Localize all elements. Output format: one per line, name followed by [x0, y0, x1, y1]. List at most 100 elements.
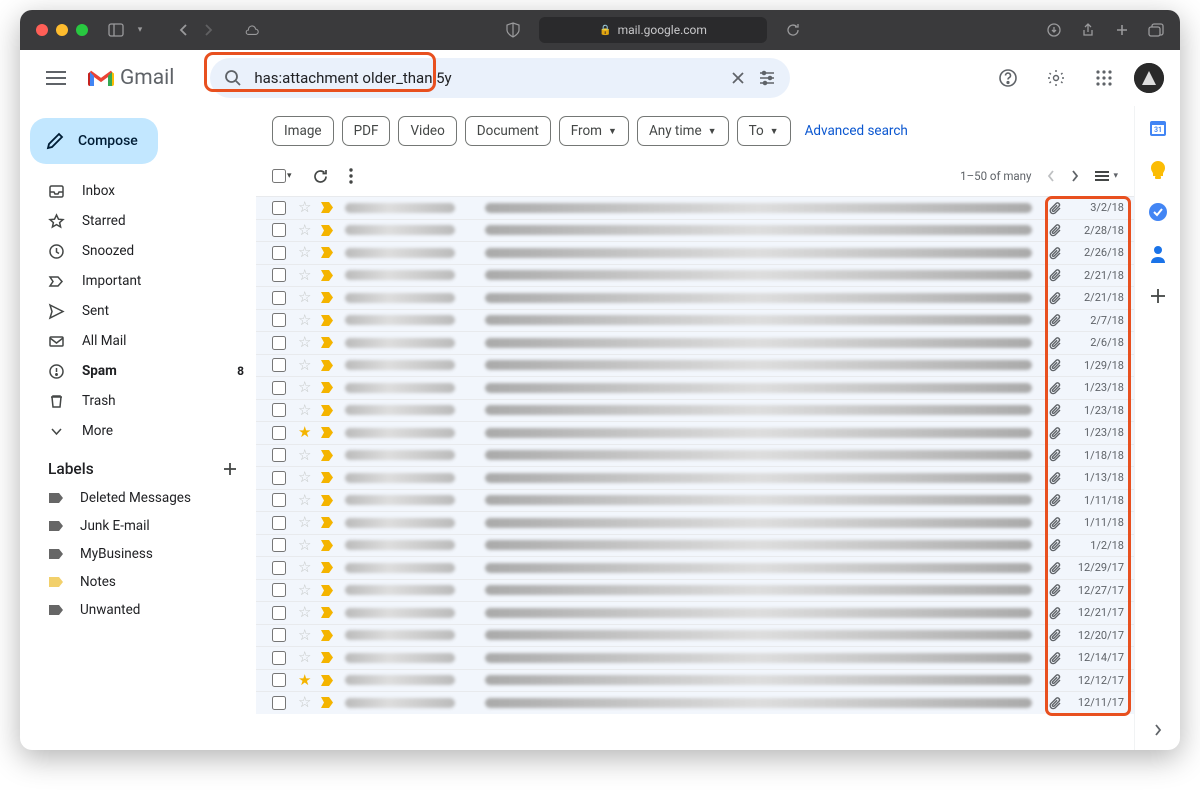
row-checkbox[interactable]	[272, 561, 286, 575]
search-icon[interactable]	[224, 69, 242, 87]
gmail-logo[interactable]: Gmail	[88, 66, 174, 90]
filter-chip-video[interactable]: Video	[398, 116, 456, 146]
nav-item-snoozed[interactable]: Snoozed	[26, 236, 256, 266]
important-marker-icon[interactable]	[321, 607, 335, 618]
search-input[interactable]	[254, 69, 718, 87]
email-row[interactable]: ★ 1/23/18	[256, 421, 1134, 444]
url-bar[interactable]: 🔒 mail.google.com	[539, 17, 768, 43]
tabs-icon[interactable]	[1148, 22, 1164, 38]
row-checkbox[interactable]	[272, 403, 286, 417]
email-row[interactable]: ☆ 2/21/18	[256, 286, 1134, 309]
star-icon[interactable]: ☆	[298, 268, 311, 283]
label-item-junk-e-mail[interactable]: Junk E-mail	[26, 512, 256, 540]
important-marker-icon[interactable]	[321, 630, 335, 641]
important-marker-icon[interactable]	[321, 585, 335, 596]
minimize-window-button[interactable]	[56, 24, 68, 36]
star-icon[interactable]: ☆	[298, 583, 311, 598]
star-icon[interactable]: ☆	[298, 650, 311, 665]
important-marker-icon[interactable]	[321, 247, 335, 258]
important-marker-icon[interactable]	[321, 225, 335, 236]
row-checkbox[interactable]	[272, 201, 286, 215]
email-row[interactable]: ☆ 1/18/18	[256, 444, 1134, 467]
star-icon[interactable]: ☆	[298, 560, 311, 575]
row-checkbox[interactable]	[272, 583, 286, 597]
apps-icon[interactable]	[1086, 60, 1122, 96]
email-row[interactable]: ☆ 2/21/18	[256, 264, 1134, 287]
star-icon[interactable]: ★	[298, 425, 311, 440]
row-checkbox[interactable]	[272, 381, 286, 395]
chevron-down-icon[interactable]: ▾	[132, 22, 148, 38]
advanced-search-link[interactable]: Advanced search	[805, 123, 908, 139]
new-tab-icon[interactable]	[1114, 22, 1130, 38]
star-icon[interactable]: ☆	[298, 200, 311, 215]
important-marker-icon[interactable]	[321, 382, 335, 393]
settings-icon[interactable]	[1038, 60, 1074, 96]
star-icon[interactable]: ☆	[298, 245, 311, 260]
calendar-addon-icon[interactable]: 31	[1148, 118, 1168, 138]
more-actions-button[interactable]	[349, 168, 353, 184]
maximize-window-button[interactable]	[76, 24, 88, 36]
important-marker-icon[interactable]	[321, 450, 335, 461]
reload-icon[interactable]	[785, 22, 801, 38]
share-icon[interactable]	[1080, 22, 1096, 38]
row-checkbox[interactable]	[272, 538, 286, 552]
select-all-caret-icon[interactable]: ▾	[287, 171, 292, 181]
email-row[interactable]: ☆ 1/13/18	[256, 466, 1134, 489]
close-window-button[interactable]	[36, 24, 48, 36]
important-marker-icon[interactable]	[321, 427, 335, 438]
email-row[interactable]: ☆ 1/2/18	[256, 534, 1134, 557]
star-icon[interactable]: ☆	[298, 290, 311, 305]
row-checkbox[interactable]	[272, 673, 286, 687]
compose-button[interactable]: Compose	[30, 118, 158, 164]
important-marker-icon[interactable]	[321, 292, 335, 303]
row-checkbox[interactable]	[272, 336, 286, 350]
email-row[interactable]: ☆ 2/6/18	[256, 331, 1134, 354]
star-icon[interactable]: ☆	[298, 448, 311, 463]
cloud-icon[interactable]	[244, 22, 260, 38]
star-icon[interactable]: ☆	[298, 493, 311, 508]
star-icon[interactable]: ★	[298, 673, 311, 688]
email-row[interactable]: ☆ 12/21/17	[256, 601, 1134, 624]
email-row[interactable]: ☆ 2/26/18	[256, 241, 1134, 264]
row-checkbox[interactable]	[272, 448, 286, 462]
add-label-button[interactable]	[222, 461, 238, 477]
important-marker-icon[interactable]	[321, 360, 335, 371]
get-addons-icon[interactable]	[1148, 286, 1168, 306]
star-icon[interactable]: ☆	[298, 628, 311, 643]
nav-item-inbox[interactable]: Inbox	[26, 176, 256, 206]
star-icon[interactable]: ☆	[298, 313, 311, 328]
row-checkbox[interactable]	[272, 696, 286, 710]
filter-chip-image[interactable]: Image	[272, 116, 334, 146]
important-marker-icon[interactable]	[321, 405, 335, 416]
star-icon[interactable]: ☆	[298, 695, 311, 710]
star-icon[interactable]: ☆	[298, 515, 311, 530]
important-marker-icon[interactable]	[321, 697, 335, 708]
star-icon[interactable]: ☆	[298, 403, 311, 418]
important-marker-icon[interactable]	[321, 540, 335, 551]
select-all-input[interactable]	[272, 169, 286, 183]
menu-button[interactable]	[36, 58, 76, 98]
star-icon[interactable]: ☆	[298, 223, 311, 238]
input-tools-button[interactable]: ▾	[1095, 171, 1118, 181]
support-icon[interactable]	[990, 60, 1026, 96]
important-marker-icon[interactable]	[321, 315, 335, 326]
important-marker-icon[interactable]	[321, 337, 335, 348]
row-checkbox[interactable]	[272, 268, 286, 282]
important-marker-icon[interactable]	[321, 495, 335, 506]
email-row[interactable]: ☆ 12/14/17	[256, 646, 1134, 669]
nav-item-spam[interactable]: Spam 8	[26, 356, 256, 386]
nav-item-trash[interactable]: Trash	[26, 386, 256, 416]
row-checkbox[interactable]	[272, 628, 286, 642]
important-marker-icon[interactable]	[321, 517, 335, 528]
star-icon[interactable]: ☆	[298, 358, 311, 373]
important-marker-icon[interactable]	[321, 202, 335, 213]
sidebar-toggle-icon[interactable]	[108, 22, 124, 38]
nav-item-sent[interactable]: Sent	[26, 296, 256, 326]
clear-search-icon[interactable]	[730, 70, 746, 86]
next-page-button[interactable]	[1071, 170, 1079, 182]
email-row[interactable]: ☆ 1/29/18	[256, 354, 1134, 377]
refresh-button[interactable]	[312, 168, 329, 185]
back-button[interactable]	[176, 22, 192, 38]
row-checkbox[interactable]	[272, 493, 286, 507]
email-row[interactable]: ☆ 12/11/17	[256, 691, 1134, 714]
